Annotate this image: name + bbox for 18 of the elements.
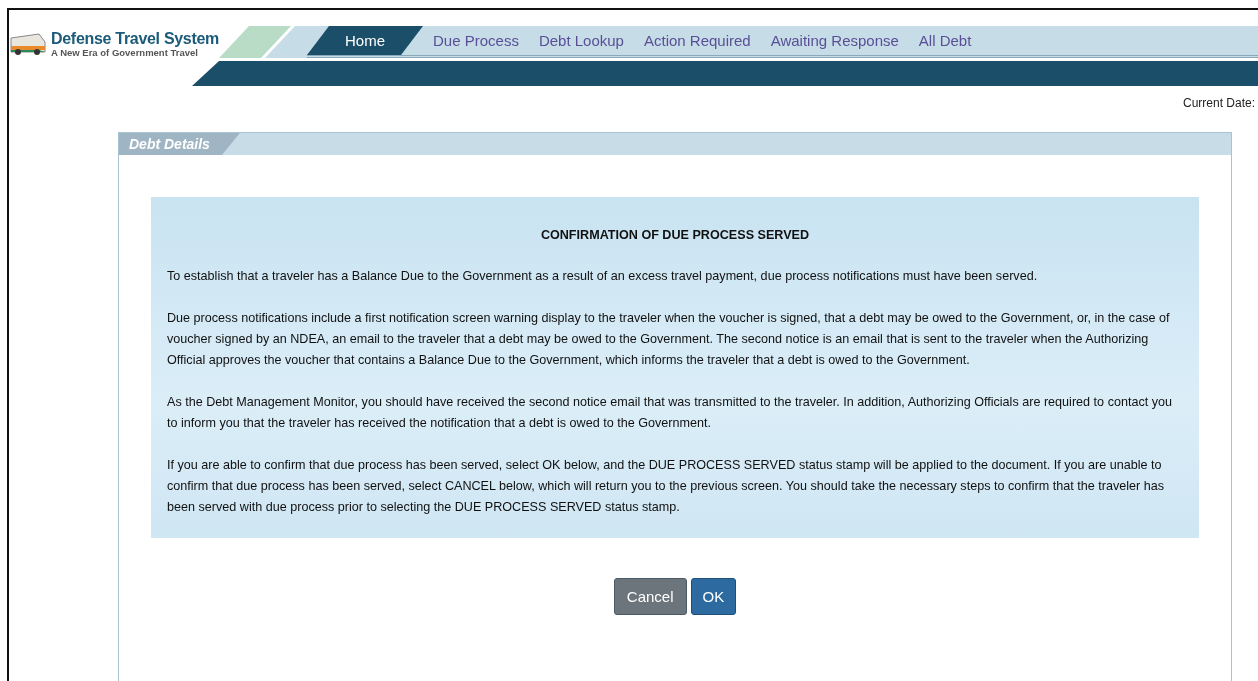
nav-tab[interactable]: Debt Lookup: [528, 26, 634, 55]
cancel-button[interactable]: Cancel: [613, 578, 687, 615]
notice-heading: CONFIRMATION OF DUE PROCESS SERVED: [539, 227, 811, 244]
notice-paragraph: As the Debt Management Monitor, you should have received the second notice email that was transmitted to the traveler. In addition, Authorizing Officials are required to contact you to inform you that the traveler has received the notification that a debt is owed to the Government.: [167, 394, 1174, 432]
notice-paragraph: Due process notifications include a first notification screen warning display to the traveler when the voucher is signed, that a debt may be owed to the Government, or, in the case of voucher signed by an NDEA, an email to the traveler that a debt may be owed to the Government. The second notice is an email that is sent to the traveler when the Authorizing Official approves the voucher that contains a Balance Due to the Government, which informs the traveler that a debt is owed to the Government.: [167, 310, 1171, 369]
nav-tab[interactable]: Due Process: [423, 26, 529, 55]
current-date-label: Current Date:: [1182, 96, 1255, 110]
logo-title: Defense Travel System: [51, 30, 220, 48]
nav-tab[interactable]: All Debt: [908, 26, 982, 55]
nav-tab[interactable]: Action Required: [633, 26, 761, 55]
nav-tab[interactable]: Awaiting Response: [760, 26, 909, 55]
notice-paragraph: To establish that a traveler has a Balance Due to the Government as a result of an excess travel payment, due process notifications must have been served.: [167, 268, 1039, 285]
ok-button[interactable]: OK: [690, 578, 737, 615]
bus-icon: [9, 30, 47, 56]
panel-title: Debt Details: [119, 133, 240, 155]
notice-paragraph: If you are able to confirm that due process has been served, select OK below, and the DUE PROCESS SERVED status stamp will be applied to the document. If you are unable to confirm that due process has been served, select CANCEL below, which will return you to the previous screen. You should take the necessary steps to confirm that the traveler has been served with due process prior to selecting the DUE PROCESS SERVED status stamp.: [167, 457, 1166, 516]
logo-tagline: A New Era of Government Travel: [51, 47, 199, 58]
nav-tab[interactable]: Home: [307, 26, 423, 55]
